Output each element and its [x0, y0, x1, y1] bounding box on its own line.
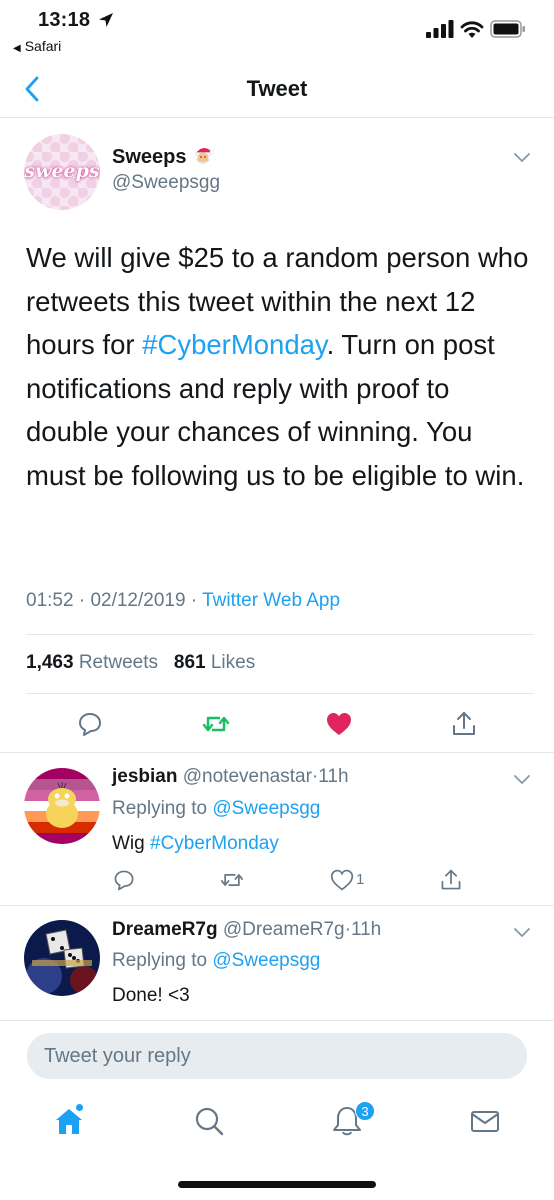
reply-text: Done! <3 — [112, 985, 190, 1006]
wifi-icon — [460, 21, 484, 38]
reply-input[interactable] — [27, 1033, 527, 1079]
reply-time: 11h — [318, 766, 349, 787]
replying-to-handle[interactable]: @Sweepsgg — [212, 950, 320, 971]
tweet-stats: 1,463 Retweets 861 Likes — [26, 652, 255, 674]
retweet-icon[interactable] — [220, 868, 244, 892]
divider — [26, 634, 534, 635]
like-heart-outline-icon[interactable] — [330, 868, 354, 892]
santa-emoji-icon — [195, 147, 215, 164]
page-title: Tweet — [246, 76, 308, 101]
replying-label: Replying to — [112, 798, 208, 819]
meta-separator: · — [190, 590, 198, 611]
reply-avatar[interactable] — [24, 768, 100, 844]
back-triangle-icon: ◀ — [13, 43, 21, 54]
retweets-stat[interactable]: 1,463 Retweets — [26, 652, 158, 673]
messages-envelope-icon[interactable] — [468, 1104, 502, 1138]
divider — [26, 693, 534, 694]
avatar-image — [24, 920, 100, 996]
reply-text-part: Wig — [112, 833, 145, 854]
home-unread-dot — [76, 1104, 83, 1111]
tweet-time: 01:52 — [26, 590, 74, 611]
share-icon[interactable] — [450, 710, 478, 738]
reply-like-count: 1 — [356, 871, 365, 888]
author-avatar[interactable]: sweeps — [24, 134, 100, 210]
chevron-down-icon[interactable] — [512, 925, 532, 939]
hashtag-link[interactable]: #CyberMonday — [142, 329, 326, 360]
search-icon[interactable] — [192, 1104, 226, 1138]
replying-to: Replying to @Sweepsgg — [112, 798, 320, 820]
home-indicator[interactable] — [178, 1181, 376, 1188]
reply-author-handle: @notevenastar — [182, 766, 312, 787]
retweets-label: Retweets — [78, 652, 159, 673]
divider — [0, 905, 554, 906]
cellular-signal-icon — [426, 20, 454, 38]
reply-avatar[interactable] — [24, 920, 100, 996]
replying-to: Replying to @Sweepsgg — [112, 950, 320, 972]
reply-composer — [0, 1020, 554, 1090]
likes-stat[interactable]: 861 Likes — [174, 652, 255, 673]
divider — [0, 752, 554, 753]
chevron-down-icon[interactable] — [512, 150, 532, 164]
chevron-down-icon[interactable] — [512, 772, 532, 786]
location-arrow-icon — [99, 13, 113, 27]
tweet-meta: 01:52 · 02/12/2019 · Twitter Web App — [26, 590, 340, 612]
notifications-badge: 3 — [355, 1101, 375, 1121]
likes-count: 861 — [173, 652, 206, 673]
status-bar: 13:18 ◀ Safari — [0, 0, 554, 62]
reply-author-handle: @DreameR7g — [222, 919, 345, 940]
replying-label: Replying to — [112, 950, 208, 971]
tweet-date: 02/12/2019 — [90, 590, 186, 611]
navigation-header: Tweet — [0, 62, 554, 118]
retweet-icon[interactable] — [202, 710, 230, 738]
reply-author-name: DreameR7g — [112, 919, 218, 940]
source-app-link[interactable]: Twitter Web App — [202, 590, 340, 611]
likes-label: Likes — [210, 652, 256, 673]
meta-separator: · — [78, 590, 86, 611]
retweets-count: 1,463 — [26, 652, 74, 673]
reply-author-name: jesbian — [112, 766, 178, 787]
reply-icon[interactable] — [112, 868, 136, 892]
replying-to-handle[interactable]: @Sweepsgg — [212, 798, 320, 819]
share-icon[interactable] — [439, 868, 463, 892]
hashtag-link[interactable]: #CyberMonday — [150, 833, 279, 854]
author-name[interactable]: Sweeps — [112, 144, 215, 169]
avatar-logo-text: sweeps — [24, 160, 100, 182]
back-to-safari-link[interactable]: ◀ Safari — [13, 38, 61, 54]
reply-icon[interactable] — [76, 710, 104, 738]
author-name-text: Sweeps — [112, 146, 187, 168]
reply-author[interactable]: jesbian @notevenastar·11h — [112, 766, 349, 788]
back-app-label: Safari — [24, 38, 62, 54]
reply-text: Wig #CyberMonday — [112, 833, 279, 855]
author-handle[interactable]: @Sweepsgg — [112, 172, 220, 194]
avatar-image — [24, 768, 100, 844]
reply-author[interactable]: DreameR7g @DreameR7g·11h — [112, 919, 381, 941]
like-heart-icon[interactable] — [325, 710, 353, 738]
tweet-text: We will give $25 to a random person who … — [26, 236, 531, 497]
reply-time: 11h — [350, 919, 382, 940]
battery-icon — [490, 20, 525, 38]
status-time: 13:18 — [38, 9, 91, 31]
